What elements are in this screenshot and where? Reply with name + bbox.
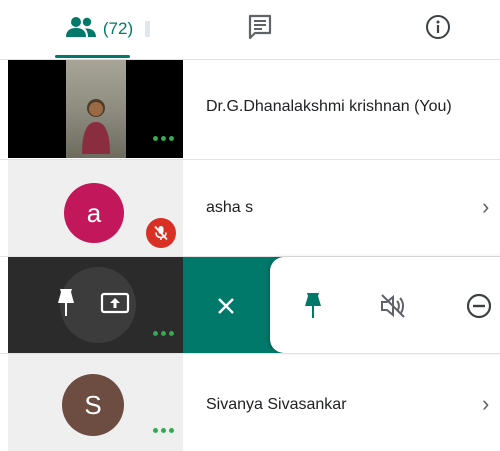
participant-actions-card: [270, 257, 500, 353]
participant-count: (72): [102, 19, 134, 38]
video-person: [82, 99, 110, 154]
info-icon: [425, 14, 451, 45]
avatar: a: [64, 183, 124, 243]
participant-name: Sivanya Sivasankar: [206, 396, 347, 413]
more-options-dots[interactable]: [153, 136, 174, 141]
mute-icon[interactable]: [376, 289, 410, 323]
participant-name: Dr.G.Dhanalakshmi krishnan (You): [206, 98, 452, 115]
chevron-right-icon[interactable]: ›: [482, 391, 489, 417]
people-icon: [65, 16, 97, 43]
present-screen-icon[interactable]: [100, 291, 130, 317]
chat-icon: [247, 14, 273, 45]
tab-chat[interactable]: [215, 0, 305, 58]
more-options-dots[interactable]: [153, 428, 174, 433]
participant-video-tile[interactable]: [8, 60, 183, 158]
tab-bar: (72): [0, 0, 500, 60]
chevron-right-icon[interactable]: ›: [482, 194, 489, 220]
pin-icon[interactable]: [298, 289, 328, 323]
avatar-letter: S: [84, 389, 102, 420]
close-icon[interactable]: [211, 291, 241, 321]
participant-tile-actions: [8, 257, 183, 353]
pin-icon[interactable]: [54, 287, 78, 319]
scrollbar-thumb: [145, 21, 151, 37]
more-options-dots[interactable]: [153, 331, 174, 336]
avatar-letter: a: [86, 197, 102, 228]
active-tab-indicator: [55, 55, 130, 58]
tab-people[interactable]: (72): [45, 0, 170, 58]
remove-icon[interactable]: [462, 289, 496, 323]
avatar: S: [62, 374, 124, 436]
participant-name: asha s: [206, 199, 254, 216]
mic-off-icon: [146, 218, 176, 248]
tab-info[interactable]: [395, 0, 480, 58]
